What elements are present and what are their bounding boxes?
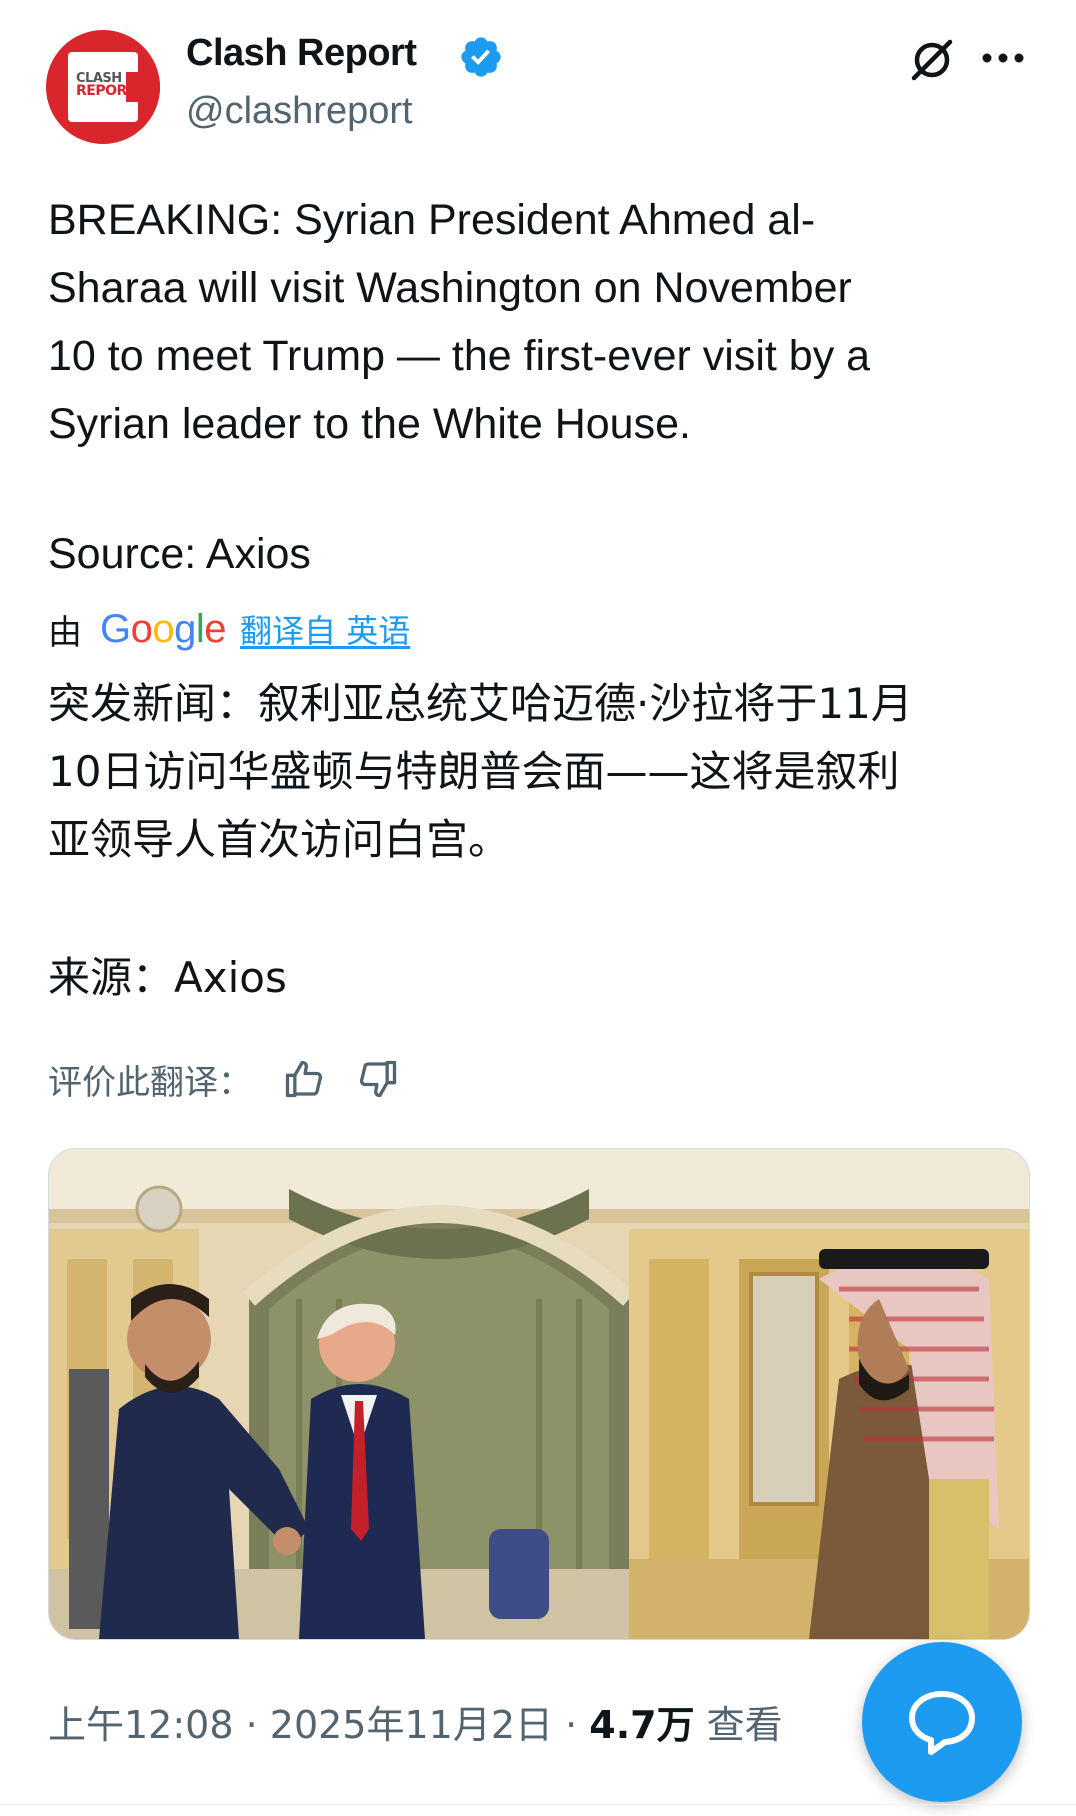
tweet-photo[interactable] bbox=[48, 1148, 1030, 1640]
rate-translation-row: 评价此翻译： bbox=[48, 1054, 430, 1104]
tweet-source: Source: Axios bbox=[48, 530, 311, 578]
display-name[interactable]: Clash Report bbox=[186, 32, 417, 75]
tweet-meta: 上午12:08 · 2025年11月2日 · 4.7万 查看 bbox=[48, 1694, 783, 1749]
tweet-date[interactable]: 2025年11月2日 bbox=[270, 1703, 553, 1747]
meta-separator: · bbox=[553, 1703, 590, 1747]
avatar-text-line2: REPORT bbox=[76, 83, 136, 99]
by-label: 由 bbox=[48, 612, 82, 653]
views-label: 查看 bbox=[694, 1703, 783, 1747]
rate-translation-label: 评价此翻译： bbox=[48, 1062, 252, 1103]
google-letter-g: G bbox=[100, 606, 131, 651]
translated-source: 来源：Axios bbox=[48, 953, 287, 1002]
more-dots-icon[interactable] bbox=[980, 48, 1026, 68]
chat-bubble-icon bbox=[909, 1691, 975, 1755]
google-letter-e: e bbox=[204, 606, 227, 651]
avatar-logo-text: CLASH REPORT bbox=[76, 72, 136, 99]
translated-from-link[interactable]: 翻译自 英语 bbox=[240, 606, 410, 652]
google-letter-o2: o bbox=[152, 606, 175, 651]
tweet-time[interactable]: 上午12:08 bbox=[48, 1703, 234, 1747]
photo-scene bbox=[49, 1149, 1029, 1639]
compose-reply-button[interactable] bbox=[862, 1642, 1022, 1802]
tweet-text: BREAKING: Syrian President Ahmed al- Sha… bbox=[48, 196, 871, 448]
thumbs-up-icon[interactable] bbox=[282, 1057, 326, 1101]
thumbs-down-icon[interactable] bbox=[356, 1057, 400, 1101]
translated-text: 突发新闻：叙利亚总统艾哈迈德·沙拉将于11月 10日访问华盛顿与特朗普会面——这… bbox=[48, 679, 913, 864]
google-logo: Google bbox=[100, 606, 227, 652]
google-letter-l: l bbox=[195, 606, 205, 651]
handle[interactable]: @clashreport bbox=[186, 90, 413, 133]
google-letter-o1: o bbox=[130, 606, 153, 651]
avatar[interactable]: CLASH REPORT bbox=[46, 30, 160, 144]
google-letter-g2: g bbox=[174, 606, 196, 651]
meta-separator: · bbox=[233, 1703, 270, 1747]
grok-icon[interactable] bbox=[906, 34, 958, 86]
translation-attribution: 由 Google 翻译自 英语 bbox=[48, 604, 410, 654]
view-count[interactable]: 4.7万 bbox=[589, 1703, 694, 1747]
bottom-divider bbox=[0, 1804, 1076, 1805]
verified-badge-icon bbox=[461, 37, 501, 77]
